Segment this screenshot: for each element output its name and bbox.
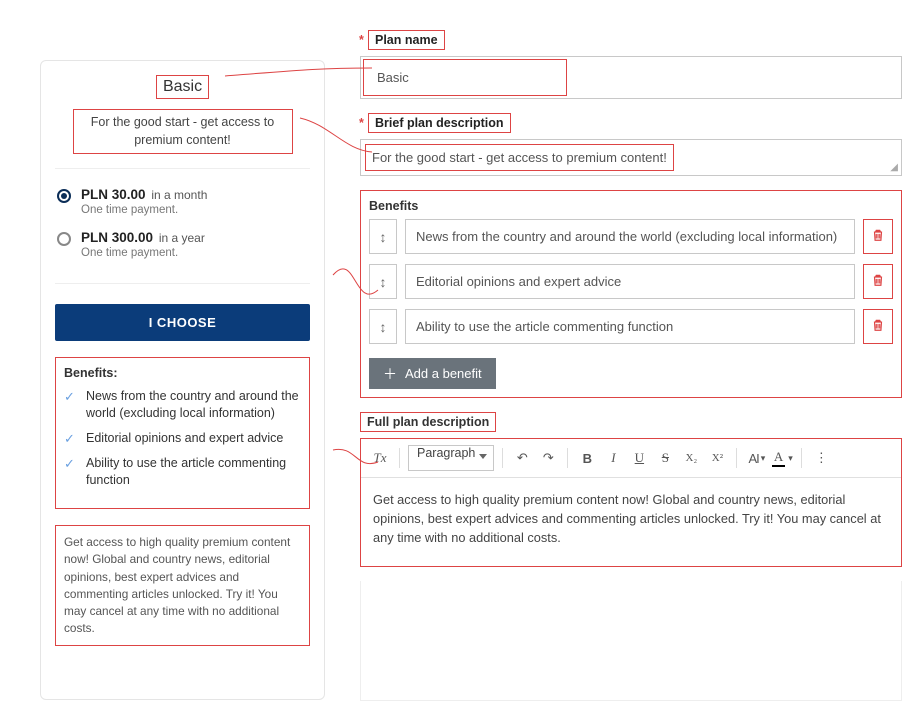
add-benefit-label: Add a benefit — [405, 366, 482, 381]
editor-spacer — [360, 581, 902, 701]
field-plan-name: * Plan name — [360, 30, 902, 99]
radio-icon[interactable] — [57, 232, 71, 246]
delete-benefit-button[interactable] — [863, 264, 893, 299]
benefit-input[interactable]: Ability to use the article commenting fu… — [405, 309, 855, 344]
trash-icon — [871, 318, 885, 335]
plus-icon: ＋ — [383, 367, 397, 381]
underline-button[interactable]: U — [628, 446, 650, 470]
toolbar-separator — [502, 448, 503, 468]
more-options-button[interactable]: ⋮ — [810, 446, 832, 470]
price-currency: PLN — [81, 187, 108, 202]
add-benefit-button[interactable]: ＋ Add a benefit — [369, 358, 496, 389]
brief-input-wrap: For the good start - get access to premi… — [360, 139, 902, 176]
price-period: in a year — [159, 231, 205, 245]
price-option[interactable]: PLN 30.00 in a month One time payment. — [55, 183, 310, 226]
field-brief-description: * Brief plan description For the good sta… — [360, 113, 902, 176]
price-note: One time payment. — [81, 247, 205, 259]
trash-icon — [871, 273, 885, 290]
preview-benefit-item: ✓News from the country and around the wo… — [64, 388, 301, 422]
preview-benefit-item: ✓ Editorial opinions and expert advice — [64, 430, 301, 447]
full-description-editor: Full plan description Tx Paragraph ↶ ↷ B… — [360, 412, 902, 567]
toolbar-separator — [736, 448, 737, 468]
preview-benefits: Benefits: ✓News from the country and aro… — [55, 357, 310, 509]
preview-benefit-text: News from the country and around the wor… — [86, 388, 301, 422]
block-style-value: Paragraph — [417, 446, 475, 460]
plan-name-label: Plan name — [375, 33, 438, 47]
price-period: in a month — [151, 188, 207, 202]
price-note: One time payment. — [81, 204, 207, 216]
plan-preview-card: Basic For the good start - get access to… — [40, 60, 325, 700]
drag-handle-icon[interactable]: ↕ — [369, 309, 397, 344]
ai-button[interactable]: AI▾ — [745, 446, 767, 470]
text-color-button[interactable]: A▾ — [771, 446, 793, 470]
brief-input[interactable]: For the good start - get access to premi… — [365, 144, 674, 171]
price-currency: PLN — [81, 230, 108, 245]
check-icon: ✓ — [64, 390, 78, 422]
chevron-down-icon — [479, 454, 487, 459]
preview-full-description: Get access to high quality premium conte… — [55, 525, 310, 646]
rich-text-toolbar: Tx Paragraph ↶ ↷ B I U S X₂ X² — [361, 439, 901, 478]
preview-benefit-text: Ability to use the article commenting fu… — [86, 455, 301, 489]
chevron-down-icon: ▾ — [761, 453, 765, 464]
subscript-button[interactable]: X₂ — [680, 446, 702, 470]
benefit-row: ↕ News from the country and around the w… — [369, 219, 893, 254]
clear-format-button[interactable]: Tx — [369, 446, 391, 470]
preview-benefit-text: Editorial opinions and expert advice — [86, 430, 283, 447]
preview-plan-title: Basic — [156, 75, 209, 99]
italic-button[interactable]: I — [602, 446, 624, 470]
chevron-down-icon: ▾ — [788, 453, 793, 464]
choose-button[interactable]: I CHOOSE — [55, 304, 310, 341]
plan-name-input[interactable] — [367, 61, 563, 94]
plan-editor: * Plan name * Brief plan description For t… — [360, 30, 902, 700]
check-icon: ✓ — [64, 432, 78, 447]
drag-handle-icon[interactable]: ↕ — [369, 219, 397, 254]
strikethrough-button[interactable]: S — [654, 446, 676, 470]
benefits-editor: Benefits ↕ News from the country and aro… — [360, 190, 902, 398]
benefits-heading: Benefits — [369, 199, 893, 213]
toolbar-separator — [567, 448, 568, 468]
benefit-row: ↕ Ability to use the article commenting … — [369, 309, 893, 344]
preview-benefit-item: ✓Ability to use the article commenting f… — [64, 455, 301, 489]
rich-text-box: Tx Paragraph ↶ ↷ B I U S X₂ X² — [360, 438, 902, 567]
required-asterisk: * — [359, 116, 364, 130]
toolbar-separator — [399, 448, 400, 468]
delete-benefit-button[interactable] — [863, 309, 893, 344]
toolbar-separator — [801, 448, 802, 468]
rich-text-body[interactable]: Get access to high quality premium conte… — [361, 478, 901, 566]
price-option[interactable]: PLN 300.00 in a year One time payment. — [55, 226, 310, 269]
price-amount: 30.00 — [112, 187, 146, 202]
trash-icon — [871, 228, 885, 245]
radio-icon[interactable] — [57, 189, 71, 203]
brief-label: Brief plan description — [375, 116, 504, 130]
benefit-input[interactable]: Editorial opinions and expert advice — [405, 264, 855, 299]
required-asterisk: * — [359, 33, 364, 47]
full-description-heading: Full plan description — [360, 412, 496, 432]
preview-plan-description: For the good start - get access to premi… — [73, 109, 293, 154]
plan-name-input-wrap — [360, 56, 902, 99]
superscript-button[interactable]: X² — [706, 446, 728, 470]
delete-benefit-button[interactable] — [863, 219, 893, 254]
undo-button[interactable]: ↶ — [511, 446, 533, 470]
benefit-input[interactable]: News from the country and around the wor… — [405, 219, 855, 254]
redo-button[interactable]: ↷ — [537, 446, 559, 470]
bold-button[interactable]: B — [576, 446, 598, 470]
benefit-row: ↕ Editorial opinions and expert advice — [369, 264, 893, 299]
block-style-select[interactable]: Paragraph — [408, 445, 494, 471]
textarea-resize-handle[interactable]: ◢ — [890, 162, 898, 173]
price-amount: 300.00 — [112, 230, 153, 245]
preview-benefits-heading: Benefits: — [64, 366, 301, 380]
check-icon: ✓ — [64, 457, 78, 489]
drag-handle-icon[interactable]: ↕ — [369, 264, 397, 299]
